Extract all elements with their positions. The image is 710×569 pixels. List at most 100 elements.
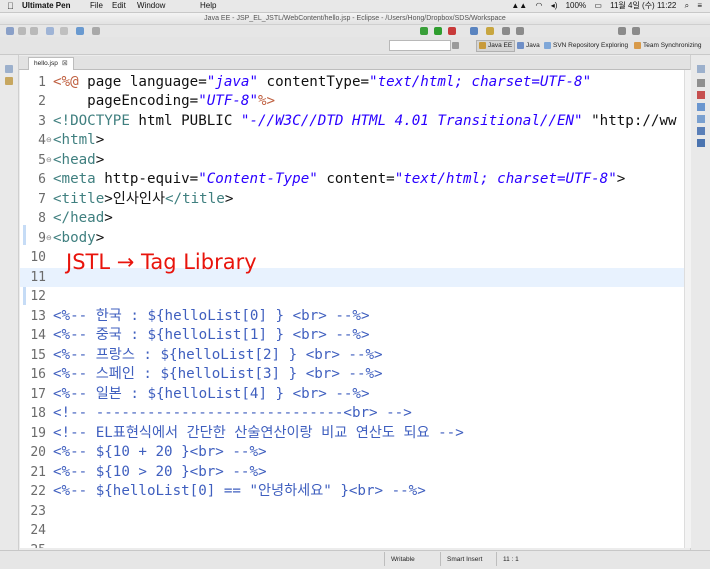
code-line[interactable]: 4 ⊖ <html>	[20, 131, 684, 151]
clock[interactable]: 11월 4일 (수) 11:22	[610, 1, 676, 10]
quick-access-input[interactable]	[389, 40, 451, 51]
properties-icon[interactable]	[60, 27, 68, 35]
code-line[interactable]: 7 <title>인사인사</title>	[20, 190, 684, 210]
code-text: <%-- ${10 + 20 }<br> --%>	[53, 444, 267, 460]
code-editor[interactable]: 1 <%@ page language="java" contentType="t…	[20, 70, 684, 548]
search-icon[interactable]	[470, 27, 478, 35]
java-icon	[517, 41, 524, 49]
code-text: <!-- EL표현식에서 간단한 산술연산이랑 비교 연산도 되요 -->	[53, 424, 464, 441]
debug-icon[interactable]	[420, 27, 428, 35]
previous-annotation-icon[interactable]	[516, 27, 524, 35]
fold-toggle-icon[interactable]: ⊖	[46, 136, 52, 144]
code-line[interactable]: 19 <!-- EL표현식에서 간단한 산술연산이랑 비교 연산도 되요 -->	[20, 424, 684, 444]
next-annotation-icon[interactable]	[502, 27, 510, 35]
wifi-icon[interactable]: ◠	[535, 1, 542, 10]
new-icon[interactable]	[6, 27, 14, 35]
palette-icon[interactable]	[697, 115, 705, 123]
code-text: <%-- 중국 : ${helloList[1] } <br> --%>	[53, 327, 370, 343]
code-text: <!DOCTYPE html PUBLIC "-//W3C//DTD HTML …	[53, 112, 677, 129]
save-all-icon[interactable]	[30, 27, 38, 35]
save-icon[interactable]	[18, 27, 26, 35]
menu-window[interactable]: Window	[137, 0, 165, 12]
code-text: <head>	[53, 151, 105, 168]
code-text: <%@ page language="java" contentType="te…	[53, 73, 592, 90]
line-number: 5	[38, 152, 46, 168]
menu-file[interactable]: File	[90, 0, 103, 12]
external-tools-icon[interactable]	[448, 27, 456, 35]
code-line[interactable]: 14 <%-- 중국 : ${helloList[1] } <br> --%>	[20, 326, 684, 346]
perspective-java-ee[interactable]: Java EE	[476, 40, 516, 52]
perspective-svn[interactable]: SVN Repository Exploring	[544, 41, 628, 51]
perspective-java[interactable]: Java	[517, 41, 540, 51]
code-line[interactable]: 21 <%-- ${10 > 20 }<br> --%>	[20, 463, 684, 483]
code-line[interactable]: 18 <!-- -----------------------------<br>…	[20, 404, 684, 424]
perspective-team-sync[interactable]: Team Synchronizing	[634, 41, 702, 51]
open-type-icon[interactable]	[486, 27, 494, 35]
code-line[interactable]: 23	[20, 502, 684, 522]
main-toolbar	[0, 25, 710, 37]
code-line[interactable]: 3 <!DOCTYPE html PUBLIC "-//W3C//DTD HTML…	[20, 112, 684, 132]
code-text: <%-- 한국 : ${helloList[0] } <br> --%>	[53, 307, 370, 324]
menu-help[interactable]: Help	[200, 0, 216, 12]
battery-percent: 100%	[565, 1, 587, 10]
toolbar-icon[interactable]	[92, 27, 100, 35]
restore-icon[interactable]	[697, 65, 705, 73]
close-icon[interactable]: ⊠	[62, 60, 68, 67]
code-text: pageEncoding="UTF-8"%>	[53, 93, 276, 109]
line-number: 24	[30, 523, 46, 538]
line-number: 19	[30, 425, 46, 441]
code-line[interactable]: 22 <%-- ${helloList[0] == "안녕하세요" }<br> -…	[20, 482, 684, 502]
problems-icon[interactable]	[697, 91, 705, 99]
console-icon[interactable]	[697, 127, 705, 135]
editor-tab-hello-jsp[interactable]: hello.jsp ⊠	[28, 57, 74, 70]
restore-icon[interactable]	[5, 65, 13, 73]
fold-toggle-icon[interactable]: ⊖	[46, 234, 52, 242]
skip-breakpoints-icon[interactable]	[76, 27, 84, 35]
editor-scrollbar[interactable]	[684, 70, 691, 548]
fold-toggle-icon[interactable]: ⊖	[46, 156, 52, 164]
code-line[interactable]: 5 ⊖ <head>	[20, 151, 684, 171]
code-line[interactable]: 2 pageEncoding="UTF-8"%>	[20, 92, 684, 112]
run-icon[interactable]	[434, 27, 442, 35]
code-text: <meta http-equiv="Content-Type" content=…	[53, 171, 626, 187]
line-number: 10	[30, 250, 46, 265]
editor-tab-bar	[19, 56, 690, 70]
servers-icon[interactable]	[697, 139, 705, 147]
back-icon[interactable]	[618, 27, 626, 35]
line-number: 14	[30, 328, 46, 343]
outline-icon[interactable]	[697, 79, 705, 87]
line-number: 2	[38, 94, 46, 109]
code-line[interactable]: 15 <%-- 프랑스 : ${helloList[2] } <br> --%>	[20, 346, 684, 366]
line-number: 3	[38, 113, 46, 129]
task-list-icon[interactable]	[697, 103, 705, 111]
battery-icon[interactable]: ▭	[594, 1, 602, 10]
volume-icon[interactable]: ◂)	[551, 1, 558, 10]
code-line[interactable]: 25	[20, 541, 684, 549]
app-menu[interactable]: Ultimate Pen	[22, 0, 70, 12]
tab-label: hello.jsp	[34, 60, 58, 67]
line-number: 11	[30, 269, 46, 285]
line-number: 20	[30, 445, 46, 460]
list-icon[interactable]: ≡	[697, 1, 702, 10]
code-line[interactable]: 12	[20, 287, 684, 307]
code-line[interactable]: 1 <%@ page language="java" contentType="t…	[20, 73, 684, 93]
apple-icon[interactable]: 	[7, 0, 14, 12]
code-line[interactable]: 9 ⊖ <body>	[20, 229, 684, 249]
line-number: 6	[38, 172, 46, 187]
code-line[interactable]: 13 <%-- 한국 : ${helloList[0] } <br> --%>	[20, 307, 684, 327]
line-number: 7	[38, 191, 46, 207]
code-text: <%-- ${helloList[0] == "안녕하세요" }<br> --%…	[53, 483, 426, 499]
forward-icon[interactable]	[632, 27, 640, 35]
mountain-icon[interactable]: ▲▲	[511, 1, 527, 10]
code-line[interactable]: 17 <%-- 일본 : ${helloList[4] } <br> --%>	[20, 385, 684, 405]
code-line[interactable]: 8 </head>	[20, 209, 684, 229]
project-explorer-icon[interactable]	[5, 77, 13, 85]
search-icon[interactable]: ⌕	[685, 1, 689, 10]
code-line[interactable]: 6 <meta http-equiv="Content-Type" content…	[20, 170, 684, 190]
code-line[interactable]: 24	[20, 521, 684, 541]
open-perspective-icon[interactable]	[452, 41, 461, 51]
code-line[interactable]: 16 <%-- 스페인 : ${helloList[3] } <br> --%>	[20, 365, 684, 385]
print-icon[interactable]	[46, 27, 54, 35]
menu-edit[interactable]: Edit	[112, 0, 126, 12]
code-line[interactable]: 20 <%-- ${10 + 20 }<br> --%>	[20, 443, 684, 463]
